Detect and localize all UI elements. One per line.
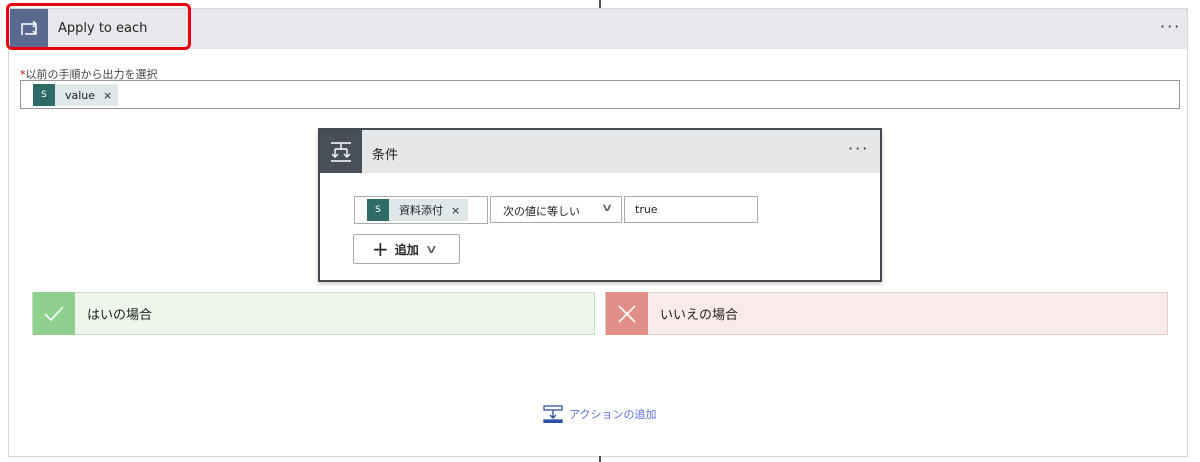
check-icon xyxy=(33,292,75,335)
value-text: true xyxy=(635,203,658,216)
condition-value-input[interactable]: true xyxy=(624,196,758,223)
add-label: 追加 xyxy=(394,242,419,257)
condition-title: 条件 xyxy=(372,148,399,163)
remove-token-button[interactable]: × xyxy=(451,204,460,217)
no-branch-label: いいえの場合 xyxy=(660,308,739,323)
yes-branch[interactable]: はいの場合 xyxy=(32,292,595,335)
more-options-button[interactable]: ··· xyxy=(1160,17,1181,36)
connector-top xyxy=(599,0,601,8)
highlight-box xyxy=(6,3,191,50)
token-label: 資料添付 xyxy=(399,204,443,217)
no-branch[interactable]: いいえの場合 xyxy=(605,292,1168,335)
add-action-button[interactable]: アクションの追加 xyxy=(543,405,656,423)
condition-more-button[interactable]: ··· xyxy=(848,139,869,158)
condition-icon xyxy=(320,130,362,173)
value-token: S value × xyxy=(33,84,119,106)
close-icon xyxy=(606,292,648,335)
chevron-down-icon: ∨ xyxy=(424,242,438,256)
yes-branch-label: はいの場合 xyxy=(87,308,153,323)
connector-bottom xyxy=(599,456,601,462)
token-label: value xyxy=(65,88,96,102)
add-condition-button[interactable]: + 追加 ∨ xyxy=(353,234,460,264)
attachment-token: S 資料添付 × xyxy=(367,199,469,221)
condition-card: 条件 ··· S 資料添付 × 次の値に等しい ∨ true + 追加 ∨ xyxy=(318,128,882,282)
operator-dropdown[interactable]: 次の値に等しい ∨ xyxy=(490,196,622,223)
operator-value: 次の値に等しい xyxy=(503,205,580,218)
plus-icon: + xyxy=(372,237,389,261)
sharepoint-icon: S xyxy=(33,84,55,106)
condition-left-input[interactable]: S 資料添付 × xyxy=(354,196,488,224)
add-action-label: アクションの追加 xyxy=(569,408,657,421)
condition-header[interactable] xyxy=(320,130,880,173)
remove-token-button[interactable]: × xyxy=(103,89,112,102)
sharepoint-icon: S xyxy=(367,199,389,221)
output-select-input[interactable]: S value × xyxy=(20,80,1180,109)
chevron-down-icon: ∨ xyxy=(600,201,614,214)
add-action-icon xyxy=(543,405,563,423)
